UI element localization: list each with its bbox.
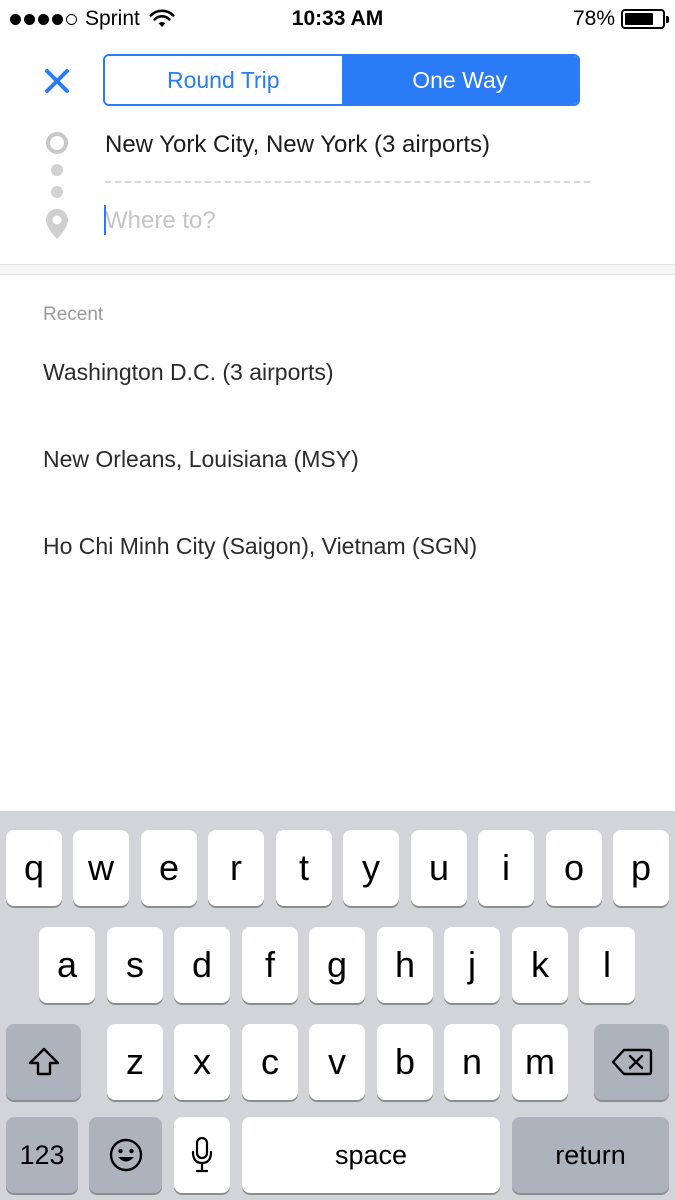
key-c[interactable]: c [242, 1024, 298, 1100]
close-button[interactable] [36, 62, 78, 100]
shift-key[interactable] [6, 1024, 81, 1100]
emoji-key[interactable] [89, 1117, 162, 1193]
trip-type-selector: Round Trip One Way [103, 54, 580, 106]
key-s[interactable]: s [107, 927, 163, 1003]
recent-item[interactable]: Ho Chi Minh City (Saigon), Vietnam (SGN) [43, 531, 643, 561]
space-key[interactable]: space [242, 1117, 500, 1193]
key-q[interactable]: q [6, 830, 62, 906]
destination-input[interactable] [103, 202, 593, 240]
key-h[interactable]: h [377, 927, 433, 1003]
key-a[interactable]: a [39, 927, 95, 1003]
key-t[interactable]: t [276, 830, 332, 906]
numbers-key[interactable]: 123 [6, 1117, 78, 1193]
recent-heading: Recent [43, 304, 104, 325]
recent-item[interactable]: Washington D.C. (3 airports) [43, 357, 643, 387]
key-x[interactable]: x [174, 1024, 230, 1100]
key-w[interactable]: w [73, 830, 129, 906]
route-indicator [44, 132, 70, 242]
shift-arrow-icon [28, 1047, 59, 1076]
key-f[interactable]: f [242, 927, 298, 1003]
microphone-icon [191, 1136, 213, 1173]
text-cursor [104, 205, 106, 235]
one-way-tab[interactable]: One Way [341, 56, 578, 104]
key-l[interactable]: l [579, 927, 635, 1003]
key-n[interactable]: n [444, 1024, 500, 1100]
keyboard: q w e r t y u i o p a s d f g h j k l z … [0, 811, 675, 1200]
key-m[interactable]: m [512, 1024, 568, 1100]
origin-field[interactable]: New York City, New York (3 airports) [105, 128, 490, 162]
return-key[interactable]: return [512, 1117, 669, 1193]
key-d[interactable]: d [174, 927, 230, 1003]
section-separator [0, 264, 675, 275]
backspace-icon [611, 1048, 652, 1076]
delete-key[interactable] [594, 1024, 669, 1100]
close-x-icon [45, 69, 69, 93]
key-e[interactable]: e [141, 830, 197, 906]
key-k[interactable]: k [512, 927, 568, 1003]
dictation-key[interactable] [174, 1117, 230, 1193]
key-u[interactable]: u [411, 830, 467, 906]
emoji-face-icon [109, 1138, 142, 1172]
round-trip-tab[interactable]: Round Trip [105, 56, 342, 104]
battery-fill [625, 13, 654, 25]
location-pin-icon [46, 209, 68, 239]
battery-percent: 78% [572, 7, 615, 30]
battery-icon [621, 9, 669, 29]
dashed-divider [105, 181, 590, 183]
key-i[interactable]: i [478, 830, 534, 906]
origin-circle-icon [46, 132, 68, 154]
key-b[interactable]: b [377, 1024, 433, 1100]
key-g[interactable]: g [309, 927, 365, 1003]
key-p[interactable]: p [613, 830, 669, 906]
status-right: 78% [572, 6, 669, 32]
key-o[interactable]: o [546, 830, 602, 906]
recent-item[interactable]: New Orleans, Louisiana (MSY) [43, 444, 643, 474]
key-y[interactable]: y [343, 830, 399, 906]
status-bar: Sprint 10:33 AM 78% [0, 0, 675, 38]
key-j[interactable]: j [444, 927, 500, 1003]
path-dot-icon [51, 186, 63, 198]
path-dot-icon [51, 164, 63, 176]
key-v[interactable]: v [309, 1024, 365, 1100]
key-r[interactable]: r [208, 830, 264, 906]
key-z[interactable]: z [107, 1024, 163, 1100]
